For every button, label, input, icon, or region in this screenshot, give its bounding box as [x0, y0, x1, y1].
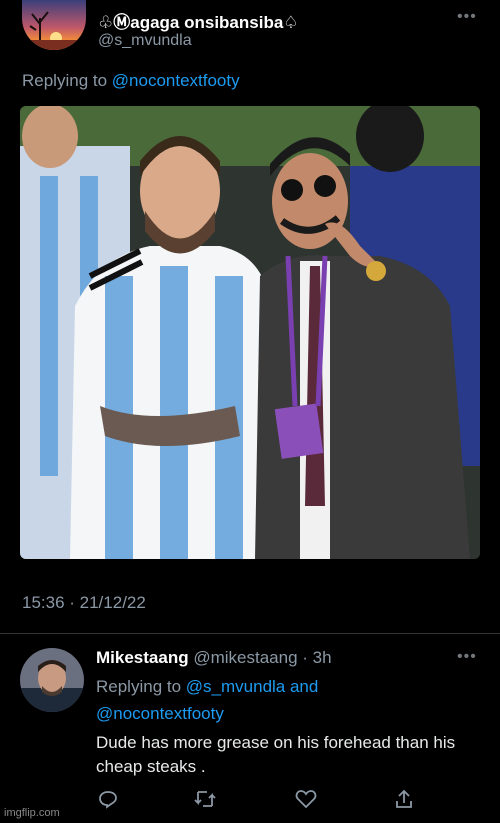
- reply-age: · 3h: [302, 648, 332, 667]
- reply-avatar[interactable]: [20, 648, 84, 712]
- replying-prefix: Replying to: [22, 71, 112, 90]
- tweet-photo[interactable]: [20, 106, 480, 559]
- tweet-handle[interactable]: @s_mvundla: [98, 32, 192, 50]
- divider: [0, 633, 500, 634]
- reply-icon[interactable]: [98, 789, 118, 814]
- avatar[interactable]: [22, 0, 86, 50]
- reply-handle[interactable]: @mikestaang: [193, 648, 297, 667]
- reply-replying-link-2[interactable]: @nocontextfooty: [96, 704, 224, 723]
- watermark: imgflip.com: [4, 807, 60, 819]
- replying-to-line: Replying to @nocontextfooty: [22, 71, 240, 91]
- share-icon[interactable]: [394, 789, 414, 814]
- reply-and-text: and: [285, 677, 319, 696]
- retweet-icon[interactable]: [193, 789, 217, 814]
- reply-replying-link-1[interactable]: @s_mvundla: [186, 677, 285, 696]
- reply-replying-to: Replying to @s_mvundla and @nocontextfoo…: [96, 673, 476, 727]
- reply-display-name[interactable]: Mikestaang: [96, 648, 189, 667]
- tweet-timestamp[interactable]: 15:36 · 21/12/22: [22, 593, 146, 613]
- tweet-display-name[interactable]: ♧Ⓜagaga onsibansiba♤: [98, 8, 299, 33]
- reply-header: Mikestaang @mikestaang · 3h: [96, 648, 332, 668]
- reply-more-dots-icon[interactable]: •••: [457, 648, 477, 666]
- like-icon[interactable]: [295, 789, 317, 814]
- reply-text: Dude has more grease on his forehead tha…: [96, 733, 456, 776]
- replying-to-link[interactable]: @nocontextfooty: [112, 71, 240, 90]
- more-dots-icon[interactable]: •••: [457, 8, 477, 26]
- reply-replying-prefix: Replying to: [96, 677, 186, 696]
